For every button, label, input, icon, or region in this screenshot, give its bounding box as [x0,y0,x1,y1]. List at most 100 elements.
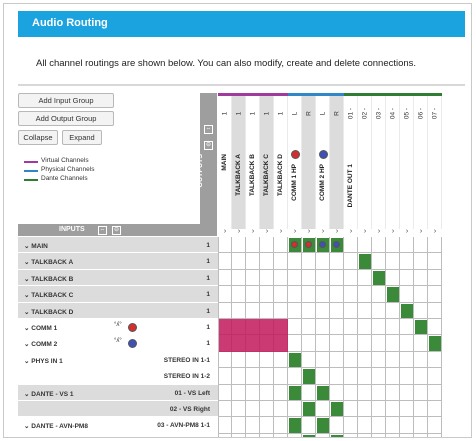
routing-cell[interactable] [344,401,358,418]
routing-cell[interactable] [218,351,232,369]
routing-cell[interactable] [358,351,372,369]
routing-cell[interactable] [414,269,428,287]
routing-cell[interactable] [428,417,442,434]
routing-cell[interactable] [428,433,442,437]
column-chevron-icon[interactable]: › [246,228,260,235]
routing-cell[interactable] [302,269,316,287]
column-chevron-icon[interactable]: › [358,228,372,235]
routing-connection[interactable] [317,418,329,433]
routing-cell[interactable] [316,302,330,319]
routing-cell[interactable] [428,269,442,287]
routing-cell[interactable] [344,302,358,319]
routing-cell[interactable] [288,401,302,418]
routing-cell[interactable] [330,269,344,287]
routing-cell[interactable] [246,384,260,401]
routing-cell[interactable] [288,368,302,385]
routing-cell[interactable] [260,351,274,369]
routing-connection[interactable] [303,434,315,437]
routing-cell[interactable] [260,286,274,303]
input-group-name[interactable]: ⌄ TALKBACK C [24,291,73,299]
column-chevron-icon[interactable]: › [274,228,288,235]
routing-cell[interactable] [372,401,386,418]
expand-button[interactable]: Expand [62,130,102,145]
routing-cell[interactable] [372,368,386,385]
input-group-name[interactable]: ⌄ DANTE - VS 1 [24,390,74,398]
routing-cell[interactable] [316,269,330,287]
column-chevron-icon[interactable]: › [302,228,316,235]
routing-cell[interactable] [400,335,414,352]
collapse-inputs-icon[interactable]: ⊖ [112,226,121,235]
routing-cell[interactable] [414,368,428,385]
routing-cell[interactable] [428,319,442,336]
routing-cell[interactable] [232,433,246,437]
routing-cell[interactable] [274,237,288,254]
routing-cell[interactable] [260,237,274,254]
routing-cell[interactable] [372,302,386,319]
routing-cell[interactable] [288,433,302,437]
collapse-button[interactable]: Collapse [18,130,58,145]
routing-cell[interactable] [400,253,414,270]
routing-cell[interactable] [414,335,428,352]
column-chevron-icon[interactable]: › [330,228,344,235]
routing-cell[interactable] [428,351,442,369]
routing-connection[interactable] [289,385,301,400]
input-group-name[interactable]: ⌄ DANTE - AVN-PM8 [24,422,88,430]
routing-cell[interactable] [260,417,274,434]
routing-cell[interactable] [246,368,260,385]
input-group-name[interactable]: ⌄ TALKBACK B [24,275,73,283]
routing-cell[interactable] [358,384,372,401]
column-chevron-icon[interactable]: › [232,228,246,235]
routing-connection[interactable] [429,336,441,351]
routing-cell[interactable] [260,368,274,385]
routing-connection[interactable] [415,320,427,335]
routing-cell[interactable] [428,401,442,418]
routing-cell[interactable] [372,286,386,303]
routing-cell[interactable] [260,384,274,401]
routing-cell[interactable] [414,253,428,270]
routing-cell[interactable] [288,286,302,303]
input-row[interactable] [18,433,218,437]
routing-cell[interactable] [386,237,400,254]
input-group-name[interactable]: ⌄ COMM 1 [24,324,57,332]
routing-cell[interactable] [330,417,344,434]
routing-cell[interactable] [358,335,372,352]
routing-cell[interactable] [344,417,358,434]
routing-cell[interactable] [316,433,330,437]
routing-cell[interactable] [428,253,442,270]
routing-cell[interactable] [344,286,358,303]
routing-connection[interactable] [331,402,343,417]
expand-all-icon[interactable]: ⇔ [204,125,213,134]
routing-cell[interactable] [288,319,302,336]
routing-cell[interactable] [372,417,386,434]
routing-cell[interactable] [358,237,372,254]
routing-cell[interactable] [330,286,344,303]
routing-cell[interactable] [302,253,316,270]
routing-cell[interactable] [386,335,400,352]
routing-connection[interactable] [387,287,399,302]
routing-cell[interactable] [260,253,274,270]
routing-cell[interactable] [400,237,414,254]
routing-cell[interactable] [316,401,330,418]
routing-cell[interactable] [386,253,400,270]
routing-cell[interactable] [358,433,372,437]
routing-connection[interactable] [289,418,301,433]
routing-cell[interactable] [330,384,344,401]
routing-cell[interactable] [386,302,400,319]
routing-cell[interactable] [386,368,400,385]
routing-cell[interactable] [428,286,442,303]
routing-cell[interactable] [386,351,400,369]
column-chevron-icon[interactable]: › [414,228,428,235]
routing-cell[interactable] [274,384,288,401]
routing-cell[interactable] [386,269,400,287]
routing-cell[interactable] [344,368,358,385]
routing-cell[interactable] [232,286,246,303]
routing-cell[interactable] [274,351,288,369]
routing-cell[interactable] [400,286,414,303]
routing-cell[interactable] [218,253,232,270]
routing-cell[interactable] [400,351,414,369]
routing-cell[interactable] [414,401,428,418]
routing-cell[interactable] [274,417,288,434]
routing-cell[interactable] [428,384,442,401]
routing-cell[interactable] [218,302,232,319]
routing-cell[interactable] [414,302,428,319]
